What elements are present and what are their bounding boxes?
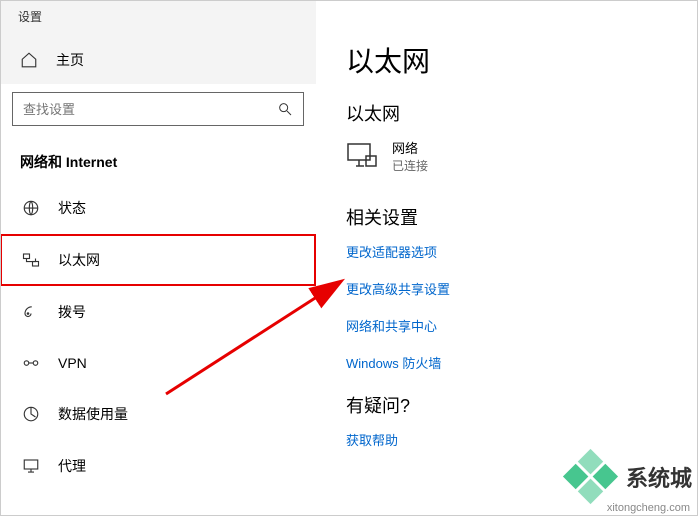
search-input[interactable] bbox=[23, 102, 277, 117]
network-status: 已连接 bbox=[392, 157, 428, 174]
nav-item-label: 数据使用量 bbox=[58, 404, 128, 424]
nav-item-ethernet[interactable]: 以太网 bbox=[0, 234, 316, 286]
nav-item-label: 拨号 bbox=[58, 302, 86, 322]
search-icon bbox=[277, 101, 293, 117]
page-title: 以太网 bbox=[346, 40, 698, 80]
vpn-icon bbox=[22, 354, 40, 372]
help-header: 有疑问? bbox=[346, 392, 698, 418]
nav-item-label: 以太网 bbox=[58, 250, 100, 270]
window-title: 设置 bbox=[0, 0, 316, 36]
status-icon bbox=[22, 199, 40, 217]
link-get-help[interactable]: 获取帮助 bbox=[346, 430, 698, 449]
network-entry[interactable]: 网络 已连接 bbox=[346, 138, 698, 174]
nav-item-status[interactable]: 状态 bbox=[0, 182, 316, 234]
nav-item-data-usage[interactable]: 数据使用量 bbox=[0, 388, 316, 440]
settings-content: 以太网 以太网 网络 已连接 相关设置 更改适配器选项 更改高级共享设置 网络和… bbox=[316, 0, 698, 516]
link-network-sharing-center[interactable]: 网络和共享中心 bbox=[346, 316, 698, 335]
nav-list: 状态 以太网 拨号 VPN bbox=[0, 182, 316, 492]
search-box[interactable] bbox=[12, 92, 304, 126]
nav-item-label: 代理 bbox=[58, 456, 86, 476]
link-advanced-sharing[interactable]: 更改高级共享设置 bbox=[346, 279, 698, 298]
watermark-url: xitongcheng.com bbox=[607, 502, 690, 514]
ethernet-icon bbox=[22, 251, 40, 269]
home-button[interactable]: 主页 bbox=[0, 36, 316, 84]
data-usage-icon bbox=[22, 405, 40, 423]
settings-sidebar: 设置 主页 网络和 Internet 状态 bbox=[0, 0, 316, 516]
proxy-icon bbox=[22, 457, 40, 475]
nav-item-label: 状态 bbox=[58, 198, 86, 218]
home-icon bbox=[20, 51, 38, 69]
related-settings-header: 相关设置 bbox=[346, 204, 698, 230]
adapter-section-title: 以太网 bbox=[346, 100, 698, 126]
dialup-icon bbox=[22, 303, 40, 321]
link-adapter-options[interactable]: 更改适配器选项 bbox=[346, 242, 698, 261]
nav-item-label: VPN bbox=[58, 355, 87, 371]
nav-item-dialup[interactable]: 拨号 bbox=[0, 286, 316, 338]
link-windows-firewall[interactable]: Windows 防火墙 bbox=[346, 353, 698, 372]
network-name: 网络 bbox=[392, 138, 428, 157]
home-label: 主页 bbox=[56, 50, 84, 70]
network-monitor-icon bbox=[346, 140, 378, 172]
category-header: 网络和 Internet bbox=[0, 134, 316, 182]
nav-item-proxy[interactable]: 代理 bbox=[0, 440, 316, 492]
nav-item-vpn[interactable]: VPN bbox=[0, 338, 316, 388]
